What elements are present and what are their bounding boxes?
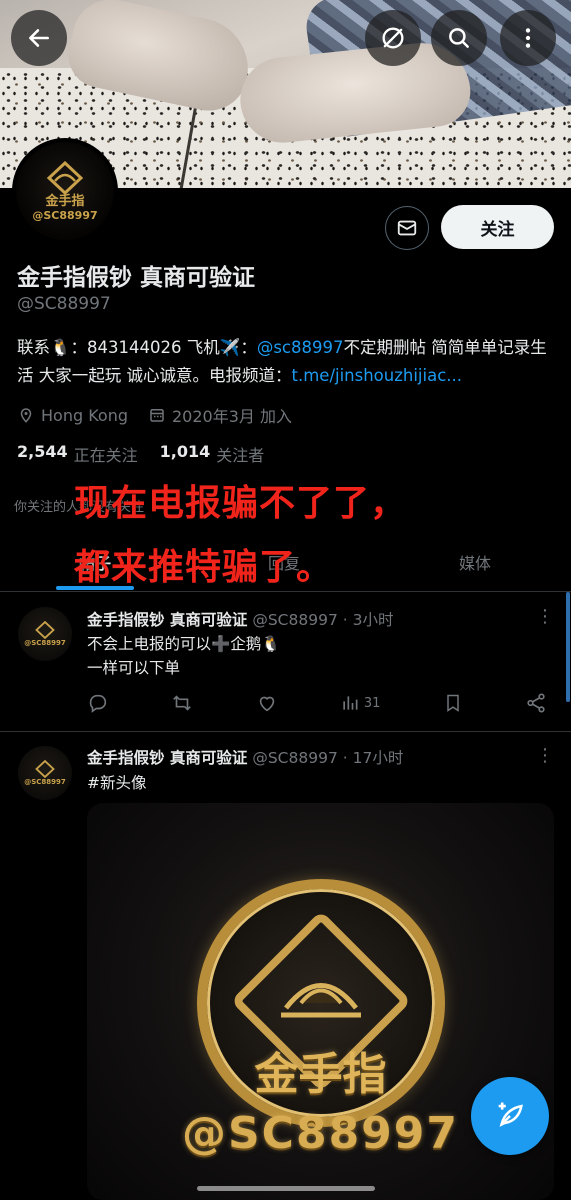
profile-bio: 联系🐧：843144026 飞机✈️：@sc88997不定期删帖 简简单单记录生… [17,334,557,390]
reply-button[interactable] [87,692,109,714]
views-button[interactable]: 31 [340,693,381,713]
repost-icon [173,695,192,711]
followers-count[interactable]: 1,014 [160,442,211,466]
tweet-author-handle: @SC88997 · 17小时 [252,749,404,767]
tweet-author-name[interactable]: 金手指假钞 真商可验证 [87,611,247,629]
arrow-left-icon [29,29,49,47]
tweet-divider [0,731,571,732]
tweet-avatar-text: @SC88997 [24,778,66,786]
following-label[interactable]: 正在关注 [74,442,138,466]
media-sunburst-icon [281,983,361,1018]
compose-button[interactable] [471,1077,549,1155]
following-count[interactable]: 2,544 [17,442,68,466]
follow-button[interactable]: 关注 [441,205,554,249]
like-button[interactable] [256,692,278,714]
followers-label[interactable]: 关注者 [216,442,264,466]
gold-logo-icon [35,760,55,778]
eye-off-icon [382,27,404,49]
tweet-header: 金手指假钞 真商可验证 @SC88997 · 3小时 [87,608,393,630]
joined-text: 2020年3月 加入 [171,407,292,426]
repost-button[interactable] [171,692,193,714]
scrollbar[interactable] [566,592,570,702]
reply-icon [89,694,107,713]
share-button[interactable] [525,692,547,714]
gold-logo-icon [46,160,84,195]
tweet-actions: 31 [87,692,547,714]
tab-media[interactable]: 媒体 [459,550,491,574]
share-icon [527,693,545,713]
avatar-text-cn: 金手指 [45,193,85,209]
profile-handle: @SC88997 [17,294,111,314]
calendar-icon [150,409,164,422]
bookmark-button[interactable] [443,692,463,714]
tweet-avatar-text: @SC88997 [24,639,66,647]
more-button[interactable] [500,10,556,66]
tweet-text-line-1: 不会上电报的可以➕企鹅🐧 [87,635,281,653]
overlay-line-2: 都来推特骗了。 [74,547,334,588]
location-icon [20,408,32,423]
tweet-more-button[interactable]: ⋮ [536,745,554,766]
views-count: 31 [363,695,381,711]
tweet-avatar[interactable]: @SC88997 [18,746,72,800]
tweet-author-handle: @SC88997 · 3小时 [252,611,394,629]
bio-text-1: 联系🐧：843144026 飞机✈️： [17,338,257,357]
gold-logo-icon [35,621,55,639]
back-button[interactable] [11,10,67,66]
avatar-text-en: @SC88997 [32,208,98,222]
tweet-avatar[interactable]: @SC88997 [18,607,72,661]
tweet-author-name[interactable]: 金手指假钞 真商可验证 [87,749,247,767]
tweet-more-button[interactable]: ⋮ [536,606,554,627]
hide-button[interactable] [365,10,421,66]
bio-url-link[interactable]: t.me/jinshouzhijiac... [292,366,463,385]
heart-icon [259,696,274,712]
home-indicator[interactable] [197,1186,375,1191]
compose-icon [498,1102,523,1127]
views-icon [343,696,358,710]
message-button[interactable] [385,206,429,250]
search-button[interactable] [431,10,487,66]
location-text: Hong Kong [41,405,128,425]
tweet-header: 金手指假钞 真商可验证 @SC88997 · 17小时 [87,746,403,768]
mail-icon [397,220,417,236]
tweet-text: 不会上电报的可以➕企鹅🐧 一样可以下单 [87,632,281,680]
profile-meta: Hong Kong 2020年3月 加入 [17,403,292,427]
profile-name: 金手指假钞 真商可验证 [17,265,256,291]
tweet-hashtag[interactable]: #新头像 [87,771,147,795]
tweet-text-line-2: 一样可以下单 [87,659,181,677]
search-icon [449,28,469,48]
bio-mention-link[interactable]: @sc88997 [257,338,344,357]
more-vertical-icon [525,28,531,48]
followed-by-text: 你关注的 [14,500,67,515]
profile-stats: 2,544 正在关注 1,014 关注者 [17,442,264,466]
bookmark-icon [446,694,459,712]
overlay-line-1: 现在电报骗不了了， [74,483,408,524]
profile-avatar[interactable]: 金手指 @SC88997 [12,138,118,244]
